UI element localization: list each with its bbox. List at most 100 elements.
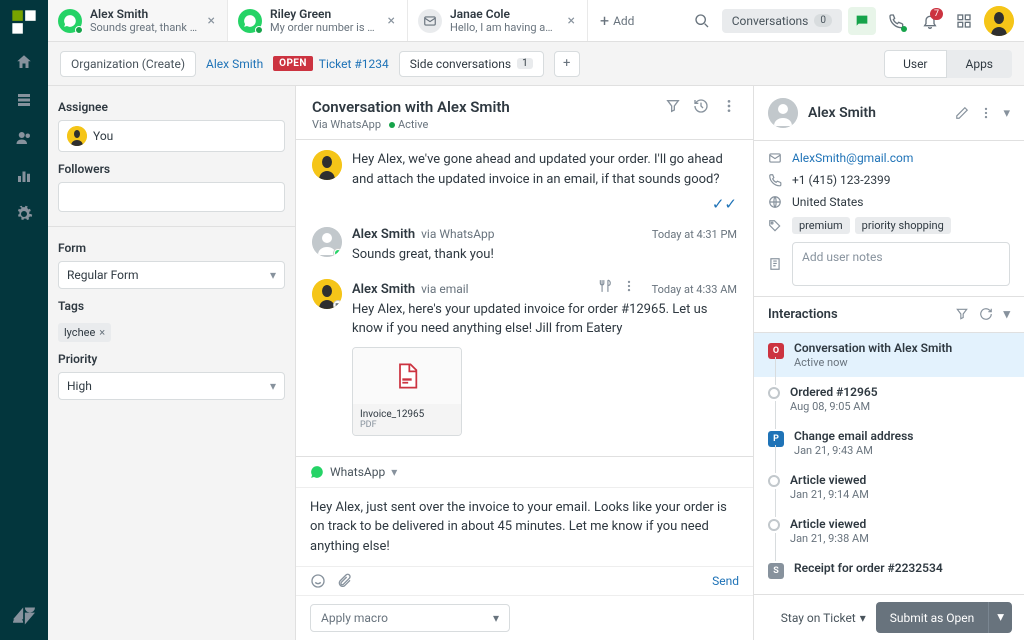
right-panel-tabs: User Apps xyxy=(884,50,1012,78)
priority-select[interactable]: High ▾ xyxy=(58,372,285,400)
ticket-body: Assignee You Followers Form Regular Form… xyxy=(48,86,1024,640)
close-icon[interactable]: × xyxy=(386,13,397,29)
tab-title: Riley Green xyxy=(270,7,378,21)
emoji-icon[interactable] xyxy=(310,573,326,589)
user-tags: premium priority shopping xyxy=(792,217,951,234)
form-value: Regular Form xyxy=(67,268,139,282)
tab-janae-cole[interactable]: Janae Cole Hello, I am having an is... × xyxy=(408,0,588,41)
priority-value: High xyxy=(67,379,92,393)
message-time: Today at 4:31 PM xyxy=(652,228,737,241)
assignee-label: Assignee xyxy=(58,100,285,114)
side-conversations-button[interactable]: Side conversations 1 xyxy=(399,51,544,77)
filter-icon[interactable] xyxy=(955,307,969,322)
ticket-badge: OPEN Ticket #1234 xyxy=(273,56,389,71)
agent-avatar xyxy=(312,150,342,180)
apps-tab[interactable]: Apps xyxy=(947,50,1013,78)
history-icon[interactable] xyxy=(693,98,709,114)
attachment[interactable]: Invoice_12965 PDF xyxy=(352,347,462,436)
assignee-field[interactable]: You xyxy=(58,120,285,152)
organization-crumb[interactable]: Organization (Create) xyxy=(60,51,196,77)
attachment-icon[interactable] xyxy=(336,573,352,589)
requester-link[interactable]: Alex Smith xyxy=(206,57,263,71)
search-icon[interactable] xyxy=(688,7,716,35)
composer-textarea[interactable]: Hey Alex, just sent over the invoice to … xyxy=(296,488,753,567)
status-marker-pending: P xyxy=(768,431,784,447)
message-time: Today at 4:33 AM xyxy=(652,283,737,296)
message: Alex Smith via email Today at 4:33 AM He… xyxy=(312,279,737,436)
user-tab[interactable]: User xyxy=(884,50,946,78)
chevron-down-icon[interactable]: ▾ xyxy=(1003,307,1010,322)
edit-icon[interactable] xyxy=(955,106,969,120)
apps-icon[interactable] xyxy=(950,7,978,35)
tab-alex-smith[interactable]: Alex Smith Sounds great, thank you! × xyxy=(48,0,228,41)
tab-riley-green[interactable]: Riley Green My order number is 19... × xyxy=(228,0,408,41)
chevron-down-icon[interactable]: ▾ xyxy=(1003,106,1010,121)
close-icon[interactable]: × xyxy=(206,13,217,29)
conversation-header: Conversation with Alex Smith Via WhatsAp… xyxy=(296,86,753,140)
interaction-item[interactable]: Article viewedJan 21, 9:14 AM xyxy=(754,465,1024,509)
admin-icon[interactable] xyxy=(12,202,36,226)
interaction-item[interactable]: O Conversation with Alex SmithActive now xyxy=(754,333,1024,377)
apply-macro-select[interactable]: Apply macro ▾ xyxy=(310,604,510,632)
reporting-icon[interactable] xyxy=(12,164,36,188)
whatsapp-badge-icon xyxy=(333,248,342,257)
interaction-item[interactable]: P Change email addressJan 21, 9:43 AM xyxy=(754,421,1024,465)
message: Hey Alex, we've gone ahead and updated y… xyxy=(312,150,737,213)
interaction-item[interactable]: S Receipt for order #2232534 xyxy=(754,553,1024,587)
status-marker xyxy=(768,519,780,531)
tab-subtitle: My order number is 19... xyxy=(270,21,378,34)
user-tag: priority shopping xyxy=(855,217,951,234)
interactions-title: Interactions xyxy=(768,307,838,322)
product-logo xyxy=(10,8,38,36)
status-marker-solved: S xyxy=(768,563,784,579)
conversation-title: Conversation with Alex Smith xyxy=(312,98,510,116)
chevron-down-icon: ▾ xyxy=(860,611,866,625)
ticket-link[interactable]: Ticket #1234 xyxy=(319,57,389,71)
filter-icon[interactable] xyxy=(665,98,681,114)
composer: WhatsApp ▾ Hey Alex, just sent over the … xyxy=(296,456,753,640)
close-icon[interactable]: × xyxy=(566,13,577,29)
more-icon[interactable] xyxy=(979,106,993,120)
phone-icon[interactable] xyxy=(882,7,910,35)
customers-icon[interactable] xyxy=(12,126,36,150)
stay-on-ticket-dropdown[interactable]: Stay on Ticket ▾ xyxy=(781,611,866,625)
attachment-name: Invoice_12965 xyxy=(360,409,454,420)
conversation-panel: Conversation with Alex Smith Via WhatsAp… xyxy=(296,86,754,640)
composer-channel-selector[interactable]: WhatsApp ▾ xyxy=(296,457,753,488)
user-email[interactable]: AlexSmith@gmail.com xyxy=(792,151,913,165)
add-side-conversation-button[interactable]: + xyxy=(554,51,580,77)
submit-button[interactable]: Submit as Open xyxy=(876,602,989,633)
send-button[interactable]: Send xyxy=(712,574,739,588)
zendesk-logo-icon xyxy=(12,604,36,628)
email-icon xyxy=(418,9,442,33)
interaction-title: Article viewed xyxy=(790,473,1010,487)
message-author: Alex Smith xyxy=(352,282,415,297)
home-icon[interactable] xyxy=(12,50,36,74)
views-icon[interactable] xyxy=(12,88,36,112)
interaction-item[interactable]: Article viewedJan 21, 9:38 AM xyxy=(754,509,1024,553)
refresh-icon[interactable] xyxy=(979,307,993,322)
user-panel: Alex Smith ▾ AlexSmith@gmail.com +1 (415… xyxy=(754,86,1024,640)
user-avatar[interactable] xyxy=(984,6,1014,36)
user-notes-textarea[interactable]: Add user notes xyxy=(792,242,1010,286)
chat-icon[interactable] xyxy=(848,7,876,35)
more-icon[interactable] xyxy=(622,279,636,293)
user-avatar xyxy=(768,98,798,128)
submit-dropdown[interactable]: ▾ xyxy=(988,602,1012,633)
conversations-pill[interactable]: Conversations 0 xyxy=(722,9,842,33)
user-name: Alex Smith xyxy=(808,105,945,121)
followers-input[interactable] xyxy=(58,182,285,212)
notifications-icon[interactable]: 7 xyxy=(916,7,944,35)
form-select[interactable]: Regular Form ▾ xyxy=(58,261,285,289)
add-label: Add xyxy=(613,14,634,28)
utensils-icon[interactable] xyxy=(598,279,612,293)
interaction-title: Conversation with Alex Smith xyxy=(794,341,1010,355)
interaction-item[interactable]: Ordered #12965Aug 08, 9:05 AM xyxy=(754,377,1024,421)
conversation-status: Active xyxy=(398,118,428,131)
more-icon[interactable] xyxy=(721,98,737,114)
assignee-value: You xyxy=(93,129,113,143)
interaction-time: Active now xyxy=(794,356,1010,369)
add-tab-button[interactable]: +Add xyxy=(588,0,646,41)
side-conv-label: Side conversations xyxy=(410,57,511,71)
remove-tag-icon[interactable]: × xyxy=(99,326,105,339)
